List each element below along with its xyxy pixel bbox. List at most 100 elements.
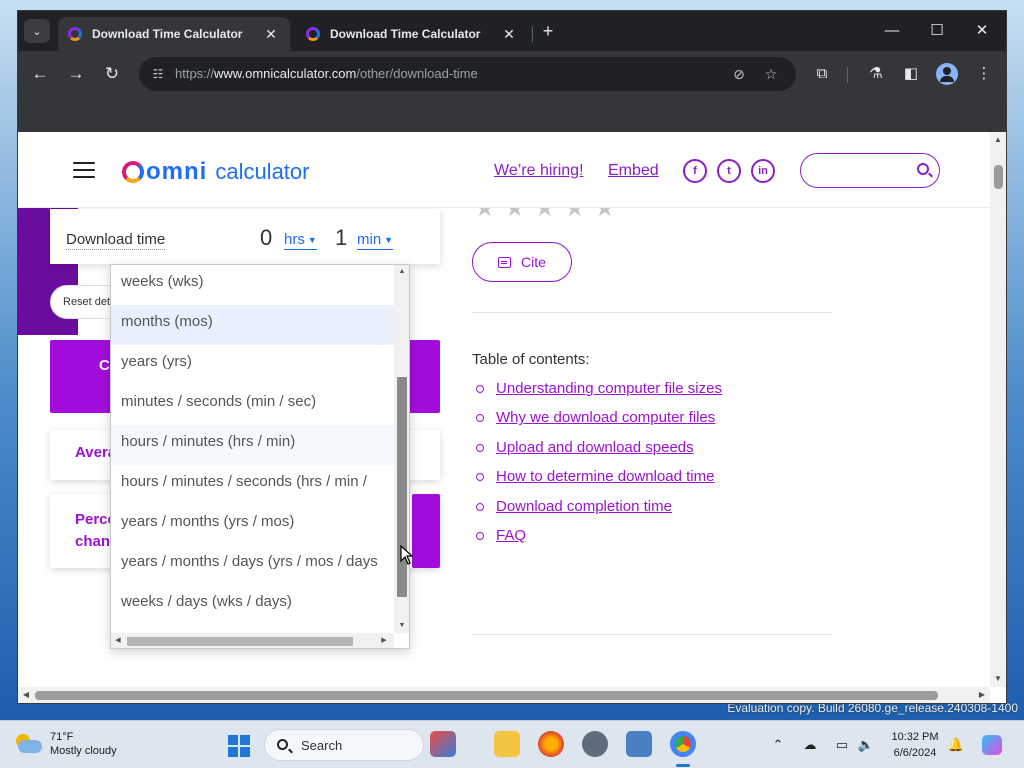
toc-bullet-icon [476,473,484,482]
linkedin-icon[interactable]: in [751,159,775,183]
divider [472,312,832,313]
tab-close-icon[interactable]: ✕ [262,26,280,43]
omni-logo[interactable]: omni calculator [122,158,309,186]
site-search-input[interactable] [800,153,940,188]
toc-bullet-icon [476,532,484,540]
dropdown-option[interactable]: years / months (yrs / mos) [111,505,394,545]
hours-unit-select[interactable]: hrs ▼ [284,231,317,250]
page-horizontal-scrollbar[interactable]: ◀ ▶ [18,687,990,703]
scroll-left-icon[interactable]: ◀ [111,633,125,648]
back-arrow-icon[interactable]: ← [27,61,53,87]
dropdown-option[interactable]: weeks (wks) [111,265,394,305]
reload-icon[interactable]: ↻ [99,61,125,87]
toc-bullet-icon [476,443,484,452]
purple-card-edge [412,494,440,568]
address-bar[interactable]: ☷ https://www.omnicalculator.com/other/d… [139,57,796,91]
toc-link[interactable]: Understanding computer file sizes [476,380,722,397]
page-vertical-scrollbar[interactable]: ▲ ▼ [990,132,1006,687]
omni-logo-mark-icon [122,161,144,183]
eye-slash-icon[interactable]: ⊘ [729,65,749,83]
toc-bullet-icon [476,385,484,393]
hiring-link[interactable]: We’re hiring! [494,162,584,180]
scroll-down-icon[interactable]: ▼ [394,619,409,633]
copilot-icon[interactable] [982,735,1002,755]
notification-bell-icon[interactable]: 🔔 [946,735,966,755]
file-explorer-icon[interactable] [494,731,520,757]
cloud-icon[interactable]: ☁ [800,735,820,755]
new-tab-plus-icon[interactable]: + [538,20,558,42]
toc-link[interactable]: Download completion time [476,497,672,515]
toc-link-label: Why we download computer files [496,409,716,427]
tab-close-icon[interactable]: ✕ [500,26,518,43]
tab-active[interactable]: Download Time Calculator ✕ [58,17,290,51]
dropdown-option[interactable]: years (yrs) [111,345,394,385]
page-hscroll-thumb[interactable] [35,691,938,700]
facebook-icon[interactable]: f [683,159,707,183]
toc-link[interactable]: FAQ [476,527,527,544]
scroll-right-icon[interactable]: ▶ [974,687,990,703]
maximize-icon[interactable]: ☐ [917,19,957,43]
windows-start-icon[interactable] [228,735,250,757]
tab-search-button[interactable]: ⌄ [24,19,50,43]
tab-inactive[interactable]: Download Time Calculator ✕ [296,17,528,51]
scroll-up-icon[interactable]: ▲ [394,265,409,279]
twitter-icon[interactable]: t [717,159,741,183]
taskbar-search[interactable]: Search [264,729,424,761]
toc-link[interactable]: Upload and download speeds [476,439,694,456]
minutes-value[interactable]: 1 [335,225,347,251]
toc-link-label: Download completion time [496,497,672,515]
toc-bullet-icon [476,502,484,511]
cite-quote-icon [498,256,512,268]
toc-link[interactable]: Why we download computer files [476,409,716,427]
network-computer-icon[interactable] [626,731,652,757]
volume-icon[interactable]: 🔈 [856,735,876,755]
unit-dropdown-list[interactable]: weeks (wks) months (mos) years (yrs) minute… [110,264,410,649]
chrome-icon[interactable] [670,731,696,757]
toc-link[interactable]: How to determine download time [476,468,714,485]
extensions-puzzle-icon[interactable]: ⧉ [811,63,833,85]
dropdown-option[interactable]: minutes / seconds (min / sec) [111,385,394,425]
dropdown-option[interactable]: hours / minutes (hrs / min) [111,425,394,465]
settings-gear-icon[interactable] [582,731,608,757]
toc-link-label: FAQ [496,527,527,544]
hamburger-menu-icon[interactable] [73,162,95,178]
widgets-app-icon[interactable] [430,731,456,757]
download-time-field: Download time 0 hrs ▼ 1 min ▼ [50,209,440,264]
tab-strip: ⌄ Download Time Calculator ✕ Download Ti… [18,11,1006,51]
clock[interactable]: 10:32 PM 6/6/2024 [880,729,950,761]
scroll-up-icon[interactable]: ▲ [990,132,1006,148]
dropdown-horizontal-scrollbar[interactable]: ◀ ▶ [111,633,394,648]
weather-widget[interactable]: 71°F Mostly cloudy [14,730,117,758]
hours-value[interactable]: 0 [260,225,272,251]
embed-link[interactable]: Embed [608,162,659,180]
scroll-left-icon[interactable]: ◀ [18,687,34,703]
forward-arrow-icon[interactable]: → [63,61,89,87]
side-panel-icon[interactable]: ◧ [900,63,922,85]
clock-date: 6/6/2024 [893,747,937,759]
minutes-unit-select[interactable]: min ▼ [357,231,394,250]
dropdown-option[interactable]: hours / minutes / seconds (hrs / min / [111,465,394,505]
bookmark-star-icon[interactable]: ☆ [761,65,781,83]
site-info-icon[interactable]: ☷ [149,65,167,83]
scroll-right-icon[interactable]: ▶ [377,633,391,648]
minimize-icon[interactable]: — [872,19,912,43]
temperature: 71°F [50,731,74,743]
taskbar-search-label: Search [301,738,343,753]
chevron-up-icon[interactable]: ⌃ [768,735,788,755]
dropdown-option[interactable]: weeks / days (wks / days) [111,585,394,625]
cite-button[interactable]: Cite [472,242,572,282]
dropdown-vertical-scrollbar[interactable]: ▲ ▼ [394,265,409,633]
dropdown-hscroll-thumb[interactable] [127,637,353,646]
display-icon[interactable]: ▭ [832,735,852,755]
more-menu-icon[interactable]: ⋮ [973,63,995,85]
firefox-icon[interactable] [538,731,564,757]
page-scroll-thumb[interactable] [994,165,1003,189]
labs-flask-icon[interactable]: ⚗ [865,63,887,85]
logo-word: calculator [215,159,310,184]
scroll-down-icon[interactable]: ▼ [990,671,1006,687]
dropdown-option[interactable]: years / months / days (yrs / mos / days [111,545,394,585]
dropdown-option[interactable]: months (mos) [111,305,394,345]
profile-avatar-icon[interactable] [936,63,958,85]
window-close-icon[interactable]: ✕ [962,19,1002,43]
mouse-pointer-icon [400,545,414,565]
